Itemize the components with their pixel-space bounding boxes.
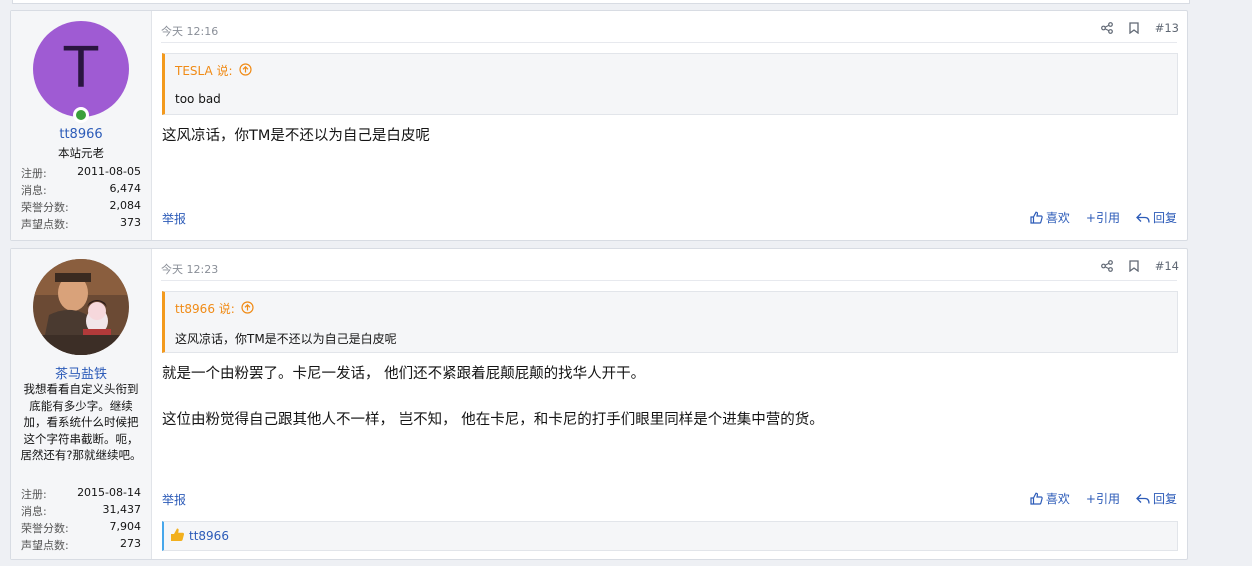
stat-value: 2011-08-05: [77, 165, 141, 178]
stat-value: 373: [120, 216, 141, 229]
username-link[interactable]: 茶马盐铁: [11, 363, 151, 382]
post-time[interactable]: 今天 12:23: [161, 261, 218, 277]
stat-label: 注册:: [21, 488, 47, 501]
post-actions: 喜欢 +引用 回复: [1030, 209, 1177, 226]
user-title: 我想看看自定义头衔到底能有多少字。继续加，看系统什么时候把这个字符串截断。呃，居…: [20, 382, 142, 462]
user-title: 本站元老: [58, 146, 104, 160]
thumbs-up-icon: [1030, 211, 1043, 224]
post-actions: 喜欢 +引用 回复: [1030, 490, 1177, 507]
reactions-bar: tt8966: [162, 521, 1178, 551]
previous-post-edge: [12, 0, 1190, 4]
quote-block: TESLA 说: too bad: [162, 53, 1178, 115]
stat-label: 声望点数:: [21, 218, 69, 231]
stat-label: 消息:: [21, 505, 47, 518]
post-body-line: 就是一个由粉罢了。卡尼一发话， 他们还不紧跟着屁颠屁颠的找华人开干。: [162, 366, 646, 382]
avatar[interactable]: [33, 259, 129, 355]
reply-label: 回复: [1152, 492, 1177, 506]
share-icon[interactable]: [1100, 260, 1113, 272]
post-number-link[interactable]: #14: [1155, 259, 1179, 273]
post-number-link[interactable]: #13: [1155, 21, 1179, 35]
liked-by-user-link[interactable]: tt8966: [189, 529, 229, 543]
quote-button[interactable]: +引用: [1086, 490, 1120, 507]
quote-header[interactable]: tt8966 说:: [175, 300, 254, 317]
post-body-line: 这风凉话，你TM是不还以为自己是白皮呢: [162, 128, 430, 144]
user-info-panel: 茶马盐铁 我想看看自定义头衔到底能有多少字。继续加，看系统什么时候把这个字符串截…: [11, 249, 152, 559]
stat-value: 31,437: [102, 503, 142, 516]
reply-label: 回复: [1152, 211, 1177, 225]
post-time[interactable]: 今天 12:16: [161, 23, 218, 39]
stat-value: 7,904: [109, 520, 142, 533]
like-button[interactable]: 喜欢: [1030, 490, 1070, 507]
stat-value: 2015-08-14: [77, 486, 141, 499]
post-content: 今天 12:23 #14 tt8966 说: 这风凉话，你TM是不还以为自己是白…: [151, 249, 1187, 559]
header-divider: [161, 280, 1177, 281]
stat-value: 6,474: [109, 182, 142, 195]
stat-label: 声望点数:: [21, 539, 69, 552]
like-label: 喜欢: [1045, 211, 1070, 225]
thumbs-up-icon: [1030, 492, 1043, 505]
like-button[interactable]: 喜欢: [1030, 209, 1070, 226]
stat-label: 注册:: [21, 167, 47, 180]
stat-label: 荣誉分数:: [21, 522, 69, 535]
post-content: 今天 12:16 #13 TESLA 说: too bad 这风凉话，你TM是不…: [151, 11, 1187, 240]
quote-button[interactable]: +引用: [1086, 209, 1120, 226]
stat-label: 消息:: [21, 184, 47, 197]
online-status-icon: [73, 107, 89, 123]
avatar[interactable]: T: [33, 21, 129, 117]
post-header-actions: #13: [1100, 21, 1179, 35]
stat-label: 荣誉分数:: [21, 201, 69, 214]
post-header-actions: #14: [1100, 259, 1179, 273]
stat-value: 2,084: [109, 199, 142, 212]
report-link[interactable]: 举报: [162, 491, 186, 508]
reply-icon: [1136, 493, 1150, 504]
post-14: 茶马盐铁 我想看看自定义头衔到底能有多少字。继续加，看系统什么时候把这个字符串截…: [10, 248, 1188, 560]
arrow-up-circle-icon[interactable]: [241, 300, 254, 317]
header-divider: [161, 42, 1177, 43]
quote-text: 这风凉话，你TM是不还以为自己是白皮呢: [175, 332, 397, 346]
post-body-line: 这位由粉觉得自己跟其他人不一样， 岂不知， 他在卡尼，和卡尼的打手们眼里同样是个…: [162, 412, 824, 428]
like-label: 喜欢: [1045, 492, 1070, 506]
arrow-up-circle-icon[interactable]: [238, 62, 252, 79]
bookmark-icon[interactable]: [1129, 22, 1139, 34]
reply-icon: [1136, 212, 1150, 223]
quote-author[interactable]: tt8966 说:: [175, 300, 235, 317]
post-13: T tt8966 本站元老 注册: 2011-08-05 消息: 6,474 荣…: [10, 10, 1188, 241]
thumbs-up-reaction-icon: [170, 527, 185, 545]
quote-header[interactable]: TESLA 说:: [175, 62, 252, 79]
report-link[interactable]: 举报: [162, 210, 186, 227]
username-link[interactable]: tt8966: [11, 127, 151, 142]
bookmark-icon[interactable]: [1129, 260, 1139, 272]
quote-block: tt8966 说: 这风凉话，你TM是不还以为自己是白皮呢: [162, 291, 1178, 353]
stat-value: 273: [120, 537, 141, 550]
quote-text: too bad: [175, 92, 221, 106]
reply-button[interactable]: 回复: [1136, 490, 1177, 507]
reply-button[interactable]: 回复: [1136, 209, 1177, 226]
quote-author[interactable]: TESLA 说:: [175, 62, 233, 79]
user-info-panel: T tt8966 本站元老 注册: 2011-08-05 消息: 6,474 荣…: [11, 11, 152, 240]
share-icon[interactable]: [1100, 22, 1113, 34]
